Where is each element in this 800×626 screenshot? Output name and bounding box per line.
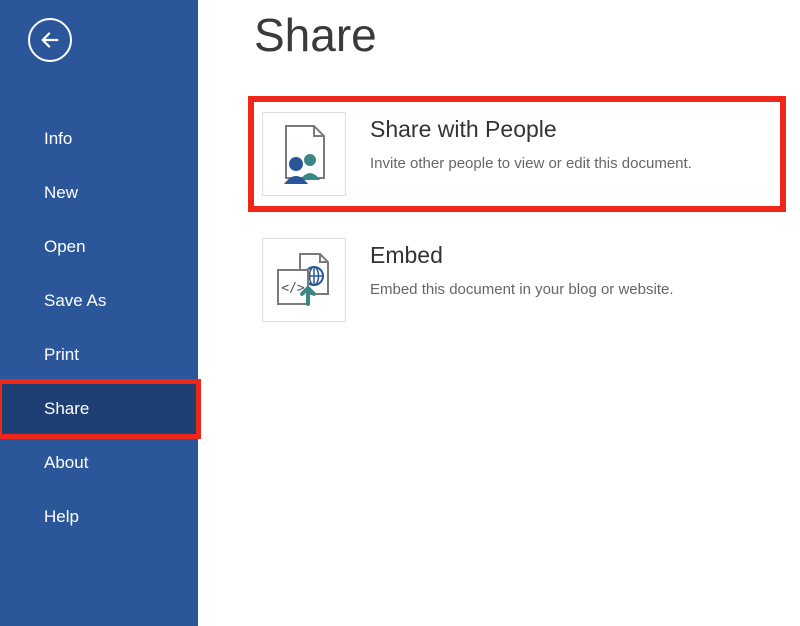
sidebar-item-label: Print (44, 345, 79, 365)
share-people-icon (276, 122, 332, 186)
option-title: Share with People (370, 116, 692, 143)
share-with-people-text: Share with People Invite other people to… (370, 112, 692, 172)
sidebar-item-share[interactable]: Share (0, 382, 198, 436)
sidebar-item-print[interactable]: Print (0, 328, 198, 382)
sidebar-item-about[interactable]: About (0, 436, 198, 490)
sidebar-item-info[interactable]: Info (0, 112, 198, 166)
sidebar-item-help[interactable]: Help (0, 490, 198, 544)
sidebar-item-label: Save As (44, 291, 106, 311)
page-title: Share (254, 8, 780, 62)
sidebar-item-label: New (44, 183, 78, 203)
back-arrow-icon (39, 29, 61, 51)
embed-text: Embed Embed this document in your blog o… (370, 238, 674, 298)
sidebar-item-label: Help (44, 507, 79, 527)
sidebar-item-open[interactable]: Open (0, 220, 198, 274)
sidebar-item-label: Info (44, 129, 72, 149)
back-button[interactable] (28, 18, 72, 62)
share-with-people-icon-box (262, 112, 346, 196)
option-title: Embed (370, 242, 674, 269)
sidebar-item-label: Open (44, 237, 86, 257)
embed-icon-box: </> (262, 238, 346, 322)
sidebar-item-label: About (44, 453, 88, 473)
sidebar-item-save-as[interactable]: Save As (0, 274, 198, 328)
main-panel: Share Share with People Invite other peo… (198, 0, 800, 626)
option-desc: Embed this document in your blog or webs… (370, 281, 674, 298)
embed-icon: </> (272, 248, 336, 312)
option-desc: Invite other people to view or edit this… (370, 155, 692, 172)
embed-option[interactable]: </> Embed Embed this document in your bl… (254, 228, 780, 332)
share-with-people-option[interactable]: Share with People Invite other people to… (254, 102, 780, 206)
backstage-sidebar: Info New Open Save As Print Share About … (0, 0, 198, 626)
sidebar-item-label: Share (44, 399, 89, 419)
sidebar-item-new[interactable]: New (0, 166, 198, 220)
